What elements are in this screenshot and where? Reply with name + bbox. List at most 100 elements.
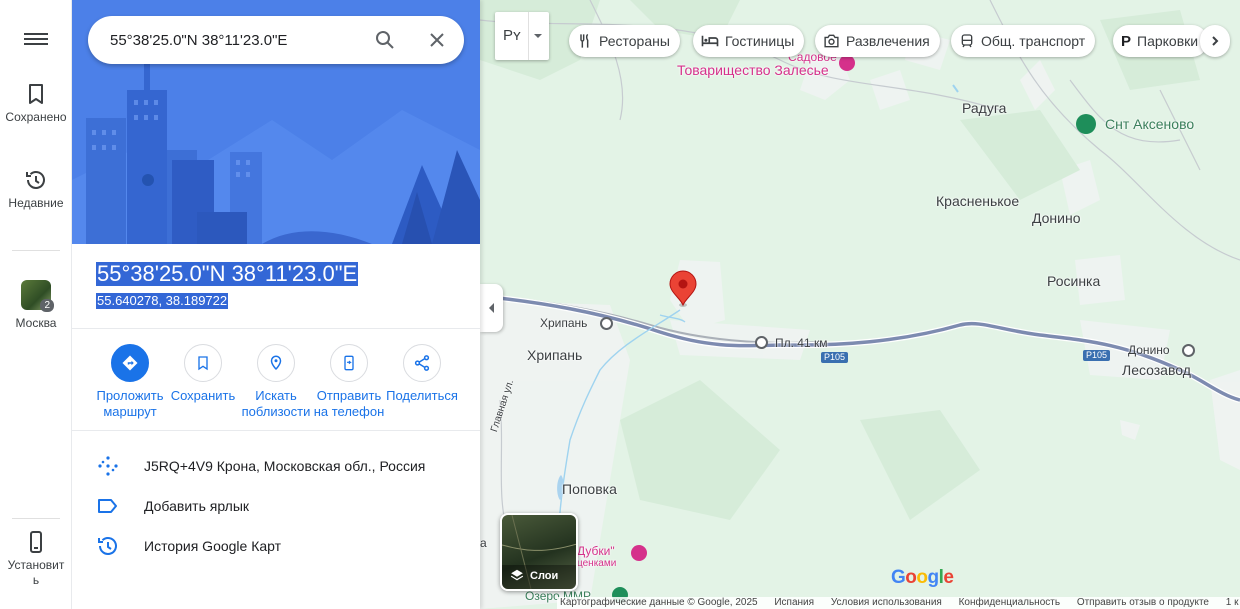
maps-history-text: История Google Карт bbox=[144, 538, 282, 554]
rail-divider bbox=[12, 250, 60, 251]
share-button[interactable]: Поделиться bbox=[386, 344, 458, 404]
rail-install-label: Установить bbox=[7, 558, 65, 587]
rail-install[interactable]: Установить bbox=[0, 530, 72, 588]
chip-label: Гостиницы bbox=[725, 33, 795, 49]
share-label: Поделиться bbox=[386, 388, 458, 403]
close-icon[interactable] bbox=[425, 28, 449, 52]
nearby-button[interactable]: Искать поблизости bbox=[240, 344, 312, 420]
chip-label: Парковки bbox=[1137, 33, 1199, 49]
map-label-dubki-2: ценками bbox=[577, 558, 617, 569]
chips-scroll-right-button[interactable] bbox=[1200, 25, 1230, 57]
place-thumbnail: 2 bbox=[21, 280, 54, 312]
place-count-badge: 2 bbox=[40, 299, 54, 312]
directions-label: Проложить маршрут bbox=[96, 388, 164, 419]
phone-icon bbox=[30, 531, 42, 553]
chip-entertainment[interactable]: Развлечения bbox=[815, 25, 940, 57]
collapse-panel-button[interactable] bbox=[480, 284, 503, 332]
place-title: 55°38'25.0"N 38°11'23.0"E bbox=[96, 261, 359, 286]
bookmark-icon bbox=[184, 344, 222, 382]
place-panel: 55°38'25.0"N 38°11'23.0"E 55.640278, 38.… bbox=[72, 0, 480, 609]
divider bbox=[72, 430, 480, 431]
layers-button[interactable]: Слои bbox=[500, 513, 578, 591]
nearby-label: Искать поблизости bbox=[241, 388, 311, 419]
add-label-text: Добавить ярлык bbox=[144, 498, 250, 514]
road-shield: Р105 bbox=[1083, 350, 1111, 361]
road-shield: Р105 bbox=[821, 352, 849, 363]
send-to-phone-label: Отправить на телефон bbox=[313, 388, 385, 419]
maps-app: Сохранено Недавние 2 Москва Установить 5… bbox=[0, 0, 1240, 609]
chip-transit[interactable]: Общ. транспорт bbox=[951, 25, 1096, 57]
terms-link[interactable]: Условия использования bbox=[831, 597, 942, 608]
divider bbox=[528, 12, 529, 60]
rail-saved-label: Сохранено bbox=[5, 110, 67, 124]
feedback-link[interactable]: Отправить отзыв о продукте bbox=[1077, 597, 1209, 608]
language-button[interactable]: Рʏ bbox=[495, 12, 549, 60]
save-button[interactable]: Сохранить bbox=[167, 344, 239, 404]
divider bbox=[72, 328, 480, 329]
map-label-khripan: Хрипань bbox=[527, 347, 583, 363]
map-label-snt-aksenovo[interactable]: Снт Аксеново bbox=[1105, 116, 1194, 132]
save-label: Сохранить bbox=[170, 388, 236, 403]
rail-recent[interactable]: Недавние bbox=[0, 168, 72, 211]
nearby-icon bbox=[257, 344, 295, 382]
hotel-poi-icon[interactable] bbox=[631, 545, 647, 561]
map-footer: Картографические данные © Google, 2025 И… bbox=[557, 597, 1240, 609]
map-label-donino: Донино bbox=[1032, 210, 1081, 226]
chevron-down-icon[interactable] bbox=[533, 31, 543, 41]
scale-label[interactable]: 1 к bbox=[1226, 597, 1239, 608]
bookmark-icon bbox=[29, 84, 43, 104]
camera-icon bbox=[824, 34, 839, 48]
rail-saved[interactable]: Сохранено bbox=[0, 82, 72, 125]
chevron-left-icon bbox=[489, 303, 494, 313]
plus-code-icon bbox=[98, 456, 118, 476]
rail-recent-place[interactable]: 2 Москва bbox=[0, 280, 72, 331]
map-label-tovarishchestvo[interactable]: Товарищество Залесье bbox=[677, 62, 829, 78]
region-link[interactable]: Испания bbox=[774, 597, 814, 608]
history-icon bbox=[98, 537, 117, 555]
directions-button[interactable]: Проложить маршрут bbox=[94, 344, 166, 420]
map-label-raduga: Радуга bbox=[962, 100, 1007, 116]
map-label-khripan-station: Хрипань bbox=[540, 316, 588, 330]
chevron-right-icon bbox=[1212, 36, 1219, 46]
left-rail: Сохранено Недавние 2 Москва Установить bbox=[0, 0, 72, 609]
map-label-dubki[interactable]: Дубки" bbox=[577, 544, 615, 558]
map-label-rosinka: Росинка bbox=[1047, 273, 1101, 289]
send-to-phone-icon bbox=[330, 344, 368, 382]
train-station-icon[interactable] bbox=[600, 317, 613, 330]
train-station-icon[interactable] bbox=[755, 336, 768, 349]
plus-code-row[interactable]: J5RQ+4V9 Крона, Московская обл., Россия bbox=[72, 446, 480, 486]
send-to-phone-button[interactable]: Отправить на телефон bbox=[313, 344, 385, 420]
directions-icon bbox=[111, 344, 149, 382]
rail-recent-label: Недавние bbox=[8, 196, 64, 210]
privacy-link[interactable]: Конфиденциальность bbox=[959, 597, 1060, 608]
rail-divider bbox=[12, 518, 60, 519]
map-canvas[interactable]: Садовое Товарищество Залесье Радуга Снт … bbox=[480, 0, 1240, 609]
map-label-partial: а bbox=[480, 536, 487, 550]
chip-restaurants[interactable]: Рестораны bbox=[569, 25, 680, 57]
share-icon bbox=[403, 344, 441, 382]
maps-history-row[interactable]: История Google Карт bbox=[72, 526, 480, 566]
menu-icon[interactable] bbox=[24, 30, 48, 50]
search-icon[interactable] bbox=[373, 28, 397, 52]
parking-icon: P bbox=[1121, 32, 1132, 50]
chip-hotels[interactable]: Гостиницы bbox=[693, 25, 805, 57]
language-label: Рʏ bbox=[503, 27, 521, 44]
label-icon bbox=[98, 499, 117, 513]
place-decimal-coords: 55.640278, 38.189722 bbox=[96, 293, 229, 309]
chip-parking[interactable]: P Парковки bbox=[1113, 25, 1209, 57]
hotel-icon bbox=[701, 35, 719, 47]
search-input[interactable] bbox=[110, 28, 360, 52]
plus-code-text: J5RQ+4V9 Крона, Московская обл., Россия bbox=[144, 458, 426, 474]
add-label-row[interactable]: Добавить ярлык bbox=[72, 486, 480, 526]
map-label-krasnenkoe: Красненькое bbox=[936, 193, 1020, 209]
google-logo: Google bbox=[891, 567, 954, 588]
transit-icon bbox=[961, 34, 973, 48]
history-icon bbox=[26, 171, 45, 189]
park-poi-icon[interactable] bbox=[1076, 114, 1096, 134]
chip-label: Рестораны bbox=[599, 33, 670, 49]
search-box bbox=[88, 16, 464, 64]
train-station-icon[interactable] bbox=[1182, 344, 1195, 357]
map-label-donino-station: Донино bbox=[1128, 343, 1170, 357]
hotel-poi-icon[interactable] bbox=[839, 55, 855, 71]
chip-label: Развлечения bbox=[846, 33, 930, 49]
